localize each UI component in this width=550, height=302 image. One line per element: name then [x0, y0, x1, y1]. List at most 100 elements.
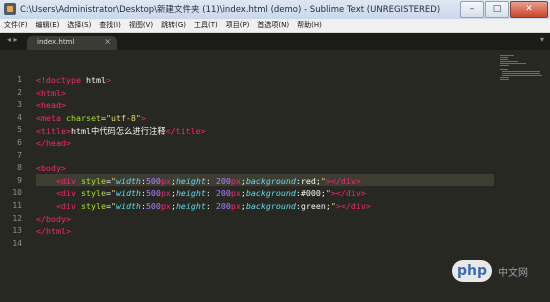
code-token: style	[75, 188, 106, 199]
window-title: C:\Users\Administrator\Desktop\新建文件夹 (11…	[20, 5, 441, 15]
code-token: px	[160, 188, 171, 199]
title-bar[interactable]: C:\Users\Administrator\Desktop\新建文件夹 (11…	[0, 0, 550, 20]
sublime-window: C:\Users\Administrator\Desktop\新建文件夹 (11…	[0, 0, 550, 302]
line-number: 11	[12, 201, 22, 210]
code-token: ></div>	[335, 201, 371, 211]
code-editor[interactable]: <!doctype html> <html> <head> <meta charset…	[36, 50, 530, 302]
code-line: </head>	[36, 138, 71, 148]
code-token: 500	[145, 175, 161, 186]
code-token: 500	[145, 188, 161, 199]
code-token: height	[175, 175, 206, 186]
code-token: 500	[145, 201, 161, 211]
menu-help[interactable]: 帮助(H)	[293, 19, 326, 32]
code-token: px	[160, 175, 171, 186]
close-button[interactable]: ✕	[510, 1, 548, 18]
php-logo: php	[452, 260, 492, 282]
code-token: :	[205, 175, 216, 186]
line-number: 2	[17, 87, 22, 97]
code-token: <div	[55, 175, 76, 186]
code-token: style	[75, 201, 106, 211]
line-number: 1	[17, 75, 22, 84]
code-token: <title>	[36, 126, 71, 137]
code-token: </head>	[36, 138, 71, 148]
window-controls: – □ ✕	[460, 1, 548, 18]
line-number: 13	[12, 226, 22, 236]
maximize-button[interactable]: □	[485, 1, 509, 18]
tab-close-icon[interactable]: ×	[104, 37, 111, 46]
code-token: <head>	[36, 100, 66, 111]
code-line: <body>	[36, 163, 66, 173]
tab-dropdown-icon[interactable]: ▾	[540, 35, 544, 44]
code-token: width	[115, 201, 141, 211]
code-token: height	[175, 188, 206, 199]
code-token: px	[230, 188, 241, 199]
minimize-button[interactable]: –	[460, 1, 484, 18]
code-line: <head>	[36, 100, 66, 110]
line-number: 3	[17, 100, 22, 110]
menu-find[interactable]: 查找(I)	[95, 19, 125, 32]
code-token: px	[230, 201, 241, 211]
code-line: <div style="width:500px;height: 200px;ba…	[36, 201, 371, 211]
code-line: <div style="width:500px;height: 200px;ba…	[36, 176, 361, 186]
code-token: html	[80, 75, 106, 85]
code-token: </title>	[165, 126, 206, 137]
tab-bar: ◂ ▸ index.html × ▾	[0, 33, 550, 50]
line-number: 9	[17, 175, 22, 185]
code-token: :green;	[295, 201, 331, 211]
code-token: <html>	[36, 87, 66, 98]
code-token: html中代码怎么进行注释	[70, 126, 166, 137]
code-line: </html>	[36, 226, 71, 236]
line-number-gutter: 1 2 3 4 5 6 7 8 9 10 11 12 13 14	[0, 50, 28, 302]
menu-selection[interactable]: 选择(S)	[63, 19, 95, 32]
line-number: 4	[17, 112, 22, 122]
code-token: width	[115, 175, 141, 186]
tab-nav-arrows-icon[interactable]: ◂ ▸	[7, 35, 18, 44]
code-token: <!doctype	[36, 75, 81, 85]
code-token: <body>	[36, 163, 66, 174]
code-token: px	[160, 201, 171, 211]
code-token: :red;	[295, 175, 321, 186]
code-token: </body>	[36, 213, 71, 224]
menu-project[interactable]: 项目(P)	[222, 19, 254, 32]
code-token: background	[245, 188, 296, 199]
code-token: style	[75, 175, 106, 186]
code-line: <!doctype html>	[36, 75, 111, 85]
code-token: charset	[60, 112, 101, 123]
line-number: 14	[12, 238, 22, 248]
line-number: 10	[12, 188, 22, 198]
menu-tools[interactable]: 工具(T)	[190, 19, 222, 32]
code-token: :	[205, 188, 216, 199]
line-number: 12	[12, 213, 22, 223]
sublime-app-icon	[4, 3, 16, 15]
code-token: :#000;	[295, 188, 326, 199]
watermark-site-text: 中文网	[498, 268, 528, 279]
menu-file[interactable]: 文件(F)	[0, 19, 32, 32]
code-token: <div	[55, 201, 76, 211]
line-number: 5	[17, 125, 22, 135]
menu-goto[interactable]: 跳转(G)	[157, 19, 190, 32]
code-token: 200	[215, 175, 231, 186]
menu-preferences[interactable]: 首选项(N)	[253, 19, 293, 32]
code-line: <html>	[36, 88, 66, 98]
code-token: background	[245, 175, 296, 186]
code-token: "utf-8"	[105, 112, 141, 123]
code-token: background	[245, 201, 296, 211]
tab-index-html[interactable]: index.html ×	[27, 36, 117, 50]
menu-view[interactable]: 视图(V)	[125, 19, 157, 32]
code-token: >	[105, 75, 111, 85]
code-token: width	[115, 188, 141, 199]
code-line: </body>	[36, 214, 71, 224]
code-line: <meta charset="utf-8">	[36, 113, 146, 123]
line-number: 6	[17, 138, 22, 147]
code-token: ></div>	[330, 188, 366, 199]
code-token: >	[140, 112, 146, 123]
tab-label: index.html	[37, 38, 75, 46]
code-token: </html>	[36, 226, 71, 237]
php-watermark: php 中文网	[452, 260, 544, 284]
menu-edit[interactable]: 编辑(E)	[32, 19, 64, 32]
code-token: 200	[215, 188, 231, 199]
line-number: 8	[17, 163, 22, 173]
